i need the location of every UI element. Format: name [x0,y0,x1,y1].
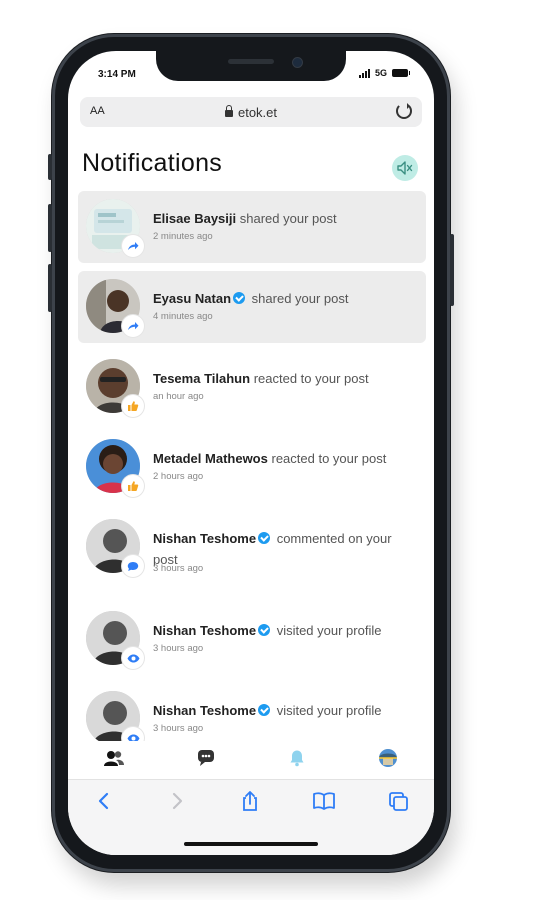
verified-badge-icon [258,532,271,544]
verified-badge-icon [258,624,271,636]
notification-item[interactable]: Eyasu Natan shared your post 4 minutes a… [78,271,426,343]
verified-badge-icon [258,704,271,716]
notification-time: 4 minutes ago [153,311,213,322]
notification-time: 2 hours ago [153,471,204,482]
notifications-bell-icon[interactable] [288,749,306,772]
volume-down-button [48,264,52,312]
verified-badge-icon [233,292,246,304]
signal-icon [358,68,370,78]
notification-time: 2 minutes ago [153,231,213,242]
notification-action: shared your post [239,211,337,226]
notification-text: Tesema Tilahun reacted to your post [153,368,412,389]
notification-text: Eyasu Natan shared your post [153,288,412,309]
actor-name[interactable]: Nishan Teshome [153,531,256,546]
address-bar[interactable]: AA etok.et [80,97,422,127]
notification-list: Elisae Baysiji shared your post 2 minute… [78,191,426,763]
notification-text: Nishan Teshome visited your profile [153,700,412,721]
speaker-mute-icon [397,161,413,175]
notification-text: Nishan Teshome visited your profile [153,620,412,641]
notification-action: visited your profile [276,623,382,638]
phone-screen: 3:14 PM 5G AA etok.et Notifications Elis… [68,51,434,855]
notification-action: visited your profile [276,703,382,718]
notch [156,51,346,81]
page-title: Notifications [82,149,223,177]
eye-badge-icon [122,647,144,669]
profile-avatar-icon[interactable] [377,748,399,773]
notification-item[interactable]: Nishan Teshome visited your profile 3 ho… [78,603,426,675]
actor-name[interactable]: Nishan Teshome [153,703,256,718]
network-label: 5G [374,68,387,78]
status-indicators: 5G [358,68,410,78]
status-time: 3:14 PM [98,69,136,80]
notification-action: shared your post [251,291,349,306]
volume-up-button [48,204,52,252]
share-badge-icon [122,315,144,337]
silent-switch [48,154,52,180]
notification-item[interactable]: Metadel Mathewos reacted to your post 2 … [78,431,426,503]
messages-icon[interactable] [196,749,218,772]
comment-badge-icon [122,555,144,577]
lock-icon [224,105,233,117]
mute-notifications-button[interactable] [392,155,418,181]
browser-toolbar [68,779,434,855]
actor-name[interactable]: Elisae Baysiji [153,211,236,226]
notification-item[interactable]: Elisae Baysiji shared your post 2 minute… [78,191,426,263]
actor-name[interactable]: Nishan Teshome [153,623,256,638]
like-badge-icon [122,475,144,497]
share-badge-icon [122,235,144,257]
notification-time: 3 hours ago [153,643,204,654]
bookmarks-icon[interactable] [312,790,336,817]
speaker [228,59,274,64]
notification-action: reacted to your post [271,451,387,466]
url-host[interactable]: etok.et [80,105,422,120]
reload-icon[interactable] [396,103,412,119]
front-camera [292,57,303,68]
home-indicator[interactable] [184,842,318,846]
page-content: Notifications Elisae Baysiji shared your… [68,137,434,765]
phone-frame: 3:14 PM 5G AA etok.et Notifications Elis… [48,34,454,872]
notification-item[interactable]: Tesema Tilahun reacted to your post an h… [78,351,426,423]
notification-time: an hour ago [153,391,204,402]
power-button [450,234,454,306]
notification-item[interactable]: Nishan Teshome commented on your post 3 … [78,511,426,595]
actor-name[interactable]: Tesema Tilahun [153,371,250,386]
tabs-icon[interactable] [387,790,409,817]
actor-name[interactable]: Eyasu Natan [153,291,231,306]
share-icon[interactable] [239,790,261,817]
back-icon[interactable] [93,790,115,817]
notification-time: 3 hours ago [153,563,204,574]
notification-text: Elisae Baysiji shared your post [153,208,412,229]
notification-text: Metadel Mathewos reacted to your post [153,448,412,469]
url-text: etok.et [237,105,278,120]
actor-name[interactable]: Metadel Mathewos [153,451,268,466]
forward-icon[interactable] [166,790,188,817]
like-badge-icon [122,395,144,417]
notification-time: 3 hours ago [153,723,204,734]
notification-action: reacted to your post [253,371,369,386]
battery-icon [392,69,410,77]
app-tab-bar [68,741,434,779]
friends-icon[interactable] [103,750,125,771]
